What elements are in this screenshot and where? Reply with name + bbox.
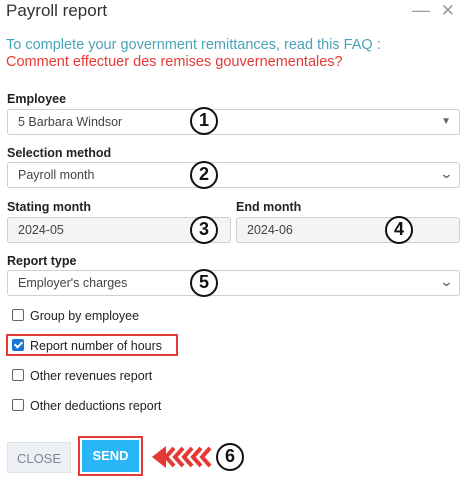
step-marker-6: 6 bbox=[216, 443, 244, 471]
option-label: Other revenues report bbox=[30, 369, 153, 383]
checkbox-checked-icon[interactable] bbox=[12, 339, 24, 351]
report-type-select[interactable]: Employer's charges ⌄ bbox=[7, 270, 460, 296]
close-button[interactable]: CLOSE bbox=[7, 442, 71, 473]
selection-method-label: Selection method bbox=[7, 146, 112, 160]
checkbox-unchecked-icon[interactable] bbox=[12, 309, 24, 321]
step-marker-3: 3 bbox=[190, 216, 218, 244]
end-month-value: 2024-06 bbox=[247, 223, 293, 237]
selection-method-value: Payroll month bbox=[18, 168, 95, 182]
faq-intro-text: To complete your government remittances,… bbox=[6, 37, 381, 53]
employee-select-value: 5 Barbara Windsor bbox=[18, 115, 123, 129]
dialog-title: Payroll report bbox=[6, 1, 108, 20]
checkbox-unchecked-icon[interactable] bbox=[12, 369, 24, 381]
report-type-value: Employer's charges bbox=[18, 276, 128, 290]
minimize-icon[interactable]: — bbox=[412, 0, 430, 21]
option-label: Group by employee bbox=[30, 309, 140, 323]
employee-select[interactable]: 5 Barbara Windsor ▼ bbox=[7, 109, 460, 135]
step-marker-5: 5 bbox=[190, 269, 218, 297]
group-by-employee-checkbox[interactable]: Group by employee bbox=[12, 309, 139, 323]
option-label: Report number of hours bbox=[30, 339, 163, 353]
other-revenues-report-checkbox[interactable]: Other revenues report bbox=[12, 369, 152, 383]
report-number-of-hours-checkbox[interactable]: Report number of hours bbox=[12, 339, 162, 353]
chevron-down-icon: ⌄ bbox=[439, 166, 454, 181]
starting-month-value: 2024-05 bbox=[18, 223, 64, 237]
close-icon[interactable]: ✕ bbox=[441, 1, 455, 21]
faq-link[interactable]: Comment effectuer des remises gouverneme… bbox=[6, 54, 343, 70]
report-type-label: Report type bbox=[7, 254, 77, 268]
arrow-left-icon bbox=[152, 446, 212, 468]
step-marker-2: 2 bbox=[190, 161, 218, 189]
step-marker-1: 1 bbox=[190, 107, 218, 135]
starting-month-label: Stating month bbox=[7, 200, 92, 214]
caret-down-icon: ▼ bbox=[441, 116, 451, 127]
chevron-down-icon: ⌄ bbox=[439, 274, 454, 289]
end-month-field[interactable]: 2024-06 bbox=[236, 217, 460, 243]
checkbox-unchecked-icon[interactable] bbox=[12, 399, 24, 411]
option-label: Other deductions report bbox=[30, 399, 162, 413]
selection-method-select[interactable]: Payroll month ⌄ bbox=[7, 162, 460, 188]
other-deductions-report-checkbox[interactable]: Other deductions report bbox=[12, 399, 161, 413]
employee-label: Employee bbox=[7, 92, 67, 106]
send-button[interactable]: SEND bbox=[82, 440, 139, 472]
end-month-label: End month bbox=[236, 200, 302, 214]
step-marker-4: 4 bbox=[385, 216, 413, 244]
